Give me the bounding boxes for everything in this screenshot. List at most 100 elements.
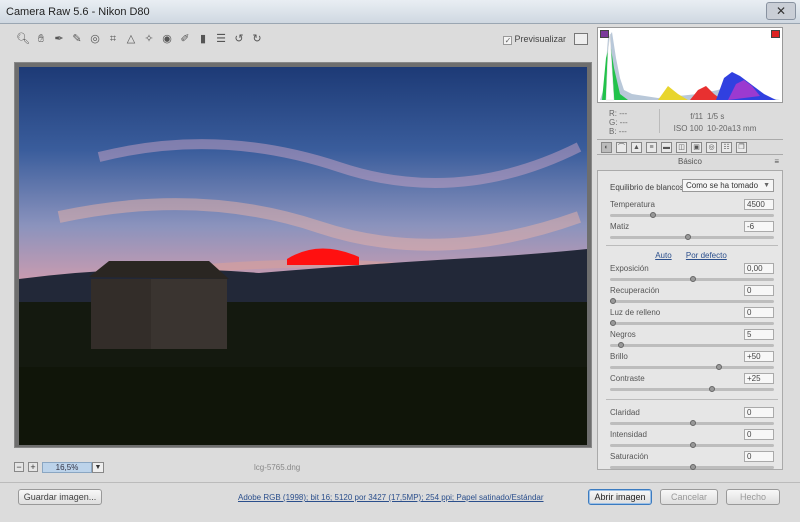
- panel-menu-icon[interactable]: ≡: [774, 157, 779, 166]
- lens: 10-20a13 mm: [707, 124, 757, 133]
- hand-icon[interactable]: ✋︎: [34, 32, 48, 46]
- slider-value-input[interactable]: 0: [744, 451, 774, 462]
- preview-checkbox[interactable]: ✓ Previsualizar: [503, 34, 566, 45]
- tone-curve-tab-icon[interactable]: ⌒: [616, 142, 627, 153]
- slider-label: Intensidad: [610, 430, 647, 439]
- zoom-level[interactable]: 16,5%: [42, 462, 92, 473]
- panel-title-bar: Básico ≡: [597, 157, 783, 169]
- done-button[interactable]: Hecho: [726, 489, 780, 505]
- target-adjust-icon[interactable]: ◎: [88, 32, 102, 46]
- slider-value-input[interactable]: 0: [744, 429, 774, 440]
- spot-removal-icon[interactable]: ✧: [142, 32, 156, 46]
- white-balance-icon[interactable]: ✒: [52, 32, 66, 46]
- readout-divider: [659, 109, 660, 133]
- highlight-clipping-icon[interactable]: [771, 30, 780, 38]
- slider-track[interactable]: [610, 344, 774, 347]
- slider-track[interactable]: [610, 236, 774, 239]
- adjustment-brush-icon[interactable]: ✐: [178, 32, 192, 46]
- slider-row-blacks: Negros 5: [610, 329, 774, 351]
- slider-label: Matiz: [610, 222, 630, 231]
- slider-row-temperature: Temperatura 4500: [610, 199, 774, 221]
- auto-link[interactable]: Auto: [655, 251, 671, 260]
- slider-value-input[interactable]: 4500: [744, 199, 774, 210]
- slider-knob[interactable]: [709, 386, 716, 392]
- slider-track[interactable]: [610, 388, 774, 391]
- window-title: Camera Raw 5.6 - Nikon D80: [6, 6, 150, 18]
- slider-knob[interactable]: [618, 342, 624, 348]
- camera-calibration-tab-icon[interactable]: ◎: [706, 142, 717, 153]
- slider-value-input[interactable]: 0: [744, 407, 774, 418]
- slider-value-input[interactable]: -6: [744, 221, 774, 232]
- crop-icon[interactable]: ⌗: [106, 32, 120, 46]
- preferences-icon[interactable]: ☰: [214, 32, 228, 46]
- zoom-in-icon[interactable]: +: [28, 462, 38, 472]
- bottom-bar: Guardar imagen... Adobe RGB (1998); bit …: [0, 482, 800, 522]
- basic-tab-icon[interactable]: ◐: [601, 142, 612, 153]
- histogram-graph: [600, 32, 780, 101]
- slider-knob[interactable]: [690, 442, 696, 448]
- slider-label: Luz de relleno: [610, 308, 661, 317]
- panel-tabs: ◐ ⌒ ▲ ≡ ▬ ◫ ▣ ◎ ☷ ❐: [597, 139, 783, 155]
- default-link[interactable]: Por defecto: [686, 251, 727, 260]
- presets-tab-icon[interactable]: ☷: [721, 142, 732, 153]
- readout-b: B: ---: [609, 127, 627, 136]
- slider-row-saturation: Saturación 0: [610, 451, 774, 473]
- slider-label: Saturación: [610, 452, 649, 461]
- straighten-icon[interactable]: △: [124, 32, 138, 46]
- effects-tab-icon[interactable]: ▣: [691, 142, 702, 153]
- detail-tab-icon[interactable]: ▲: [631, 142, 642, 153]
- hsl-tab-icon[interactable]: ≡: [646, 142, 657, 153]
- open-image-button[interactable]: Abrir imagen: [588, 489, 652, 505]
- check-icon: ✓: [503, 36, 513, 45]
- color-sampler-icon[interactable]: ✎: [70, 32, 84, 46]
- graduated-filter-icon[interactable]: ▮: [196, 32, 210, 46]
- photo-preview[interactable]: [19, 67, 587, 445]
- slider-label: Contraste: [610, 374, 645, 383]
- slider-knob[interactable]: [690, 464, 696, 470]
- slider-track[interactable]: [610, 214, 774, 217]
- slider-value-input[interactable]: 0,00: [744, 263, 774, 274]
- slider-knob[interactable]: [685, 234, 692, 240]
- slider-track[interactable]: [610, 300, 774, 303]
- red-eye-icon[interactable]: ◉: [160, 32, 174, 46]
- slider-knob[interactable]: [690, 276, 696, 282]
- zoom-out-icon[interactable]: −: [14, 462, 24, 472]
- chevron-down-icon[interactable]: ▼: [92, 462, 104, 473]
- lens-corrections-tab-icon[interactable]: ◫: [676, 142, 687, 153]
- rotate-left-icon[interactable]: ↺: [232, 32, 246, 46]
- slider-knob[interactable]: [610, 320, 616, 326]
- toolbar: 🔍︎ ✋︎ ✒ ✎ ◎ ⌗ △ ✧ ◉ ✐ ▮ ☰ ↺ ↻ ✓ Previsual…: [10, 28, 594, 52]
- slider-knob[interactable]: [690, 420, 696, 426]
- slider-value-input[interactable]: 0: [744, 285, 774, 296]
- slider-row-contrast: Contraste +25: [610, 373, 774, 395]
- split-toning-tab-icon[interactable]: ▬: [661, 142, 672, 153]
- save-image-button[interactable]: Guardar imagen...: [18, 489, 102, 505]
- slider-track[interactable]: [610, 366, 774, 369]
- fullscreen-icon[interactable]: [574, 33, 588, 45]
- shadow-clipping-icon[interactable]: [600, 30, 609, 38]
- close-icon[interactable]: ✕: [766, 2, 796, 20]
- rotate-right-icon[interactable]: ↻: [250, 32, 264, 46]
- slider-track[interactable]: [610, 322, 774, 325]
- slider-value-input[interactable]: +25: [744, 373, 774, 384]
- slider-value-input[interactable]: 0: [744, 307, 774, 318]
- workflow-options-link[interactable]: Adobe RGB (1998); bit 16; 5120 por 3427 …: [238, 493, 544, 502]
- slider-label: Brillo: [610, 352, 628, 361]
- readout: R: --- G: --- B: --- f/11 1/5 s ISO 100 10…: [597, 105, 783, 137]
- white-balance-value: Como se ha tomado: [686, 181, 759, 190]
- slider-value-input[interactable]: +50: [744, 351, 774, 362]
- white-balance-select[interactable]: Como se ha tomado ▼: [682, 179, 774, 192]
- slider-row-brightness: Brillo +50: [610, 351, 774, 373]
- cancel-button[interactable]: Cancelar: [660, 489, 718, 505]
- slider-row-tint: Matiz -6: [610, 221, 774, 243]
- zoom-icon[interactable]: 🔍︎: [16, 32, 30, 46]
- slider-label: Recuperación: [610, 286, 660, 295]
- slider-knob[interactable]: [715, 364, 722, 370]
- slider-label: Negros: [610, 330, 636, 339]
- basic-settings-panel: Equilibrio de blancos: Como se ha tomado…: [597, 170, 783, 470]
- snapshots-tab-icon[interactable]: ❐: [736, 142, 747, 153]
- slider-knob[interactable]: [610, 298, 616, 304]
- slider-knob[interactable]: [650, 212, 656, 218]
- slider-value-input[interactable]: 5: [744, 329, 774, 340]
- image-preview-area: [14, 62, 592, 448]
